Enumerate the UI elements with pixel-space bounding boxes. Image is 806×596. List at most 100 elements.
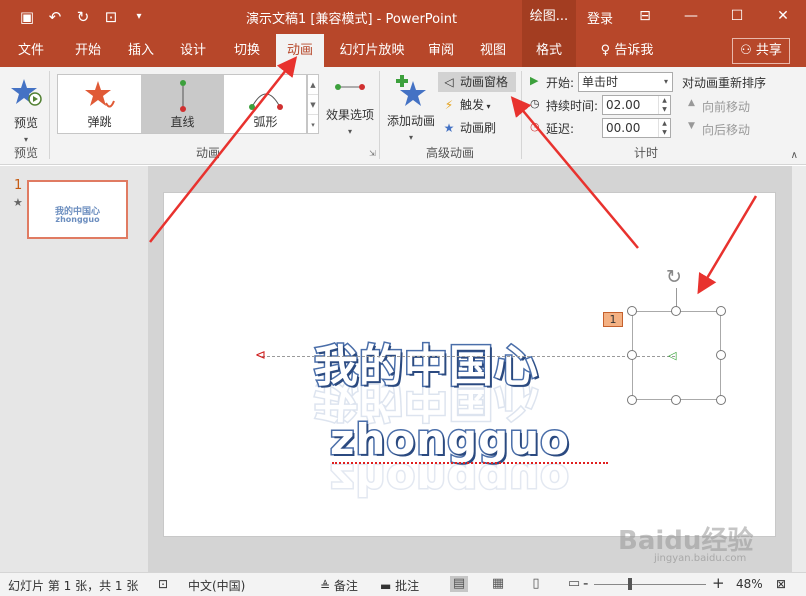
minimize-icon[interactable]: —	[668, 0, 714, 34]
slide-thumbnail[interactable]: 我的中国心 zhongguo	[27, 180, 128, 239]
gallery-scroll[interactable]: ▲ ▼ ▾	[307, 74, 319, 134]
add-animation-label: 添加动画	[386, 114, 435, 128]
motion-path-end-box[interactable]	[632, 311, 721, 400]
gallery-more-icon[interactable]: ▾	[308, 115, 318, 135]
notes-button[interactable]: ≜ 备注	[320, 577, 358, 594]
move-earlier-button[interactable]: ▲ 向前移动	[684, 98, 750, 115]
animation-pane-button[interactable]: ◁ 动画窗格	[438, 72, 516, 92]
tab-design[interactable]: 设计	[170, 34, 216, 67]
tab-slideshow[interactable]: 幻灯片放映	[332, 34, 412, 67]
tab-insert[interactable]: 插入	[118, 34, 164, 67]
delay-label-text: 延迟:	[546, 122, 575, 136]
comments-label: 批注	[395, 579, 420, 593]
resize-handle[interactable]	[627, 395, 637, 405]
close-icon[interactable]: ✕	[760, 0, 806, 34]
quick-access-toolbar: ▣ ↶ ↻ ⊡ ▾	[18, 8, 148, 26]
tab-file[interactable]: 文件	[8, 34, 54, 67]
animation-painter-button[interactable]: ★ 动画刷	[438, 118, 508, 138]
resize-handle[interactable]	[671, 395, 681, 405]
gallery-item-bounce[interactable]: 弹跳	[58, 75, 141, 133]
undo-icon[interactable]: ↶	[46, 8, 64, 26]
tell-me-box[interactable]: ♀ 告诉我	[592, 34, 662, 67]
tab-format[interactable]: 格式	[522, 34, 576, 67]
gallery-up-icon[interactable]: ▲	[308, 75, 318, 95]
language[interactable]: 中文(中国)	[188, 577, 245, 594]
preview-star-icon	[11, 79, 42, 106]
tab-transitions[interactable]: 切换	[224, 34, 270, 67]
fit-to-window-icon[interactable]: ⊠	[776, 577, 786, 591]
share-label: 共享	[755, 43, 782, 58]
resize-handle[interactable]	[671, 306, 681, 316]
tab-view[interactable]: 视图	[470, 34, 516, 67]
reorder-title: 对动画重新排序	[682, 76, 767, 90]
person-icon: ⚇	[740, 43, 756, 58]
reading-view-icon[interactable]: ▯	[527, 576, 545, 592]
resize-handle[interactable]	[627, 306, 637, 316]
vertical-scrollbar[interactable]	[792, 166, 806, 572]
trigger-button[interactable]: ⚡ 触发 ▾	[438, 95, 508, 115]
slide-sorter-icon[interactable]: ▦	[489, 576, 507, 592]
ribbon-tabs: 文件 开始 插入 设计 切换 动画 幻灯片放映 审阅 视图 格式 ♀ 告诉我	[0, 34, 806, 67]
arrow-up-icon: ▲	[688, 98, 695, 108]
spinner-icon[interactable]: ▲ ▼	[658, 119, 670, 137]
delay-stepper[interactable]: 00.00 ▲ ▼	[602, 118, 671, 138]
login-link[interactable]: 登录	[587, 8, 613, 27]
zoom-level[interactable]: 48%	[736, 577, 763, 591]
zoom-slider[interactable]	[594, 584, 706, 585]
effect-options-button[interactable]: 效果选项 ▾	[324, 77, 376, 137]
zoom-in-button[interactable]: +	[712, 574, 725, 592]
normal-view-icon[interactable]: ▤	[450, 576, 468, 592]
spinner-icon[interactable]: ▲ ▼	[658, 96, 670, 114]
motion-path-line[interactable]	[262, 356, 675, 357]
animation-pane-icon: ◁	[444, 75, 454, 89]
gallery-item-arcs[interactable]: 弧形	[224, 75, 307, 133]
tab-home[interactable]: 开始	[64, 34, 112, 67]
add-animation-button[interactable]: 添加动画 ▾	[386, 75, 436, 143]
subtitle-text[interactable]: zhongguo	[329, 414, 571, 466]
redo-icon[interactable]: ↻	[74, 8, 92, 26]
lightning-icon: ⚡	[444, 98, 454, 112]
customize-qat-icon[interactable]: ▾	[130, 8, 148, 26]
zoom-out-button[interactable]: -	[583, 574, 588, 592]
gallery-down-icon[interactable]: ▼	[308, 95, 318, 115]
collapse-ribbon-icon[interactable]: ∧	[791, 150, 798, 161]
resize-handle[interactable]	[716, 395, 726, 405]
spellcheck-icon[interactable]: ⊡	[158, 577, 168, 591]
resize-handle[interactable]	[716, 306, 726, 316]
start-from-beginning-icon[interactable]: ⊡	[102, 8, 120, 26]
start-select[interactable]: 单击时 ▾	[578, 72, 673, 92]
preview-button[interactable]: 预览 ▾	[10, 77, 42, 145]
move-later-button[interactable]: ▼ 向后移动	[684, 121, 750, 138]
duration-stepper[interactable]: 02.00 ▲ ▼	[602, 95, 671, 115]
dialog-launcher-icon[interactable]: ⇲	[369, 149, 376, 158]
tab-review[interactable]: 审阅	[418, 34, 464, 67]
animation-order-badge[interactable]: 1	[603, 312, 623, 327]
slideshow-icon[interactable]: ▭	[565, 576, 583, 592]
chevron-down-icon: ▾	[663, 77, 668, 86]
maximize-icon[interactable]: ☐	[714, 0, 760, 34]
tab-animations[interactable]: 动画	[276, 34, 324, 67]
tell-me-label: 告诉我	[614, 43, 654, 58]
add-animation-icon	[396, 75, 426, 106]
gallery-item-lines[interactable]: 直线	[141, 75, 224, 133]
move-later-label: 向后移动	[702, 123, 751, 137]
share-button[interactable]: ⚇ 共享	[732, 38, 790, 64]
add-animation-dropdown-icon: ▾	[408, 133, 413, 142]
title-text[interactable]: 我的中国心	[313, 330, 540, 394]
start-label-text: 开始:	[546, 76, 575, 90]
effect-options-dropdown-icon: ▾	[347, 127, 352, 136]
duration-label: ◷ 持续时间:	[530, 97, 598, 114]
resize-handle[interactable]	[716, 350, 726, 360]
bounce-icon	[84, 81, 115, 108]
comments-button[interactable]: ▬ 批注	[380, 577, 419, 594]
rotate-handle-icon[interactable]: ↻	[666, 266, 682, 288]
gallery-label-bounce: 弹跳	[87, 115, 112, 129]
lightbulb-icon: ♀	[600, 43, 615, 58]
spellcheck-underline	[332, 460, 608, 464]
clock-icon: ◷	[530, 97, 540, 110]
save-icon[interactable]: ▣	[18, 8, 36, 26]
duration-value: 02.00	[606, 98, 641, 112]
ribbon-display-options-icon[interactable]: ⊟	[622, 0, 668, 34]
zoom-slider-thumb[interactable]	[628, 578, 632, 590]
resize-handle[interactable]	[627, 350, 637, 360]
